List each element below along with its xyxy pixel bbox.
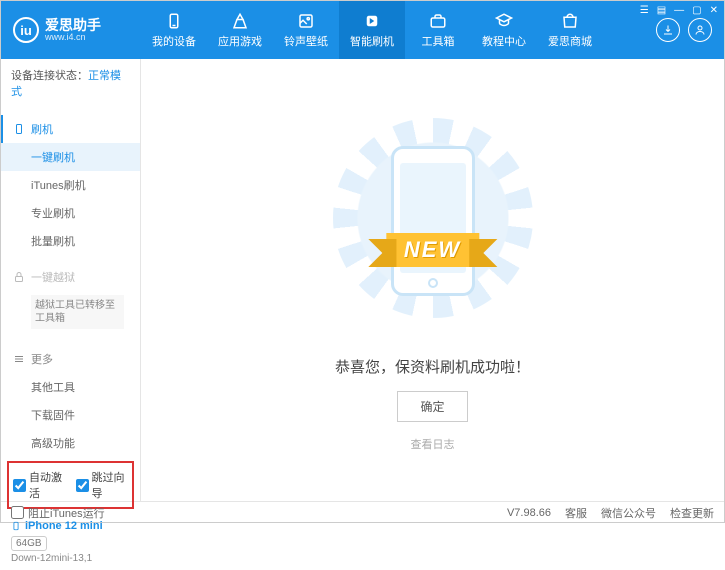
main-nav: 我的设备 应用游戏 铃声壁纸 智能刷机 工具箱 教程中心 爱思商城 <box>141 1 656 59</box>
section-jailbreak[interactable]: 一键越狱 <box>1 263 140 291</box>
device-icon <box>11 519 21 533</box>
sidebar-item-pro-flash[interactable]: 专业刷机 <box>1 199 140 227</box>
nav-store[interactable]: 爱思商城 <box>537 1 603 59</box>
logo-icon: iu <box>13 17 39 43</box>
checkbox-auto-activate[interactable]: 自动激活 <box>13 469 66 501</box>
sidebar-item-itunes-flash[interactable]: iTunes刷机 <box>1 171 140 199</box>
storage-badge: 64GB <box>11 536 47 551</box>
flash-icon <box>363 12 381 30</box>
nav-flash[interactable]: 智能刷机 <box>339 1 405 59</box>
close-button[interactable]: ✕ <box>710 5 718 16</box>
section-flash[interactable]: 刷机 <box>1 115 140 143</box>
app-name: 爱思助手 <box>45 18 101 32</box>
new-banner: NEW <box>386 233 479 267</box>
update-link[interactable]: 检查更新 <box>670 505 714 521</box>
store-icon <box>561 12 579 30</box>
sidebar-item-oneclick-flash[interactable]: 一键刷机 <box>1 143 140 171</box>
view-log-link[interactable]: 查看日志 <box>411 436 455 452</box>
sidebar-item-download-fw[interactable]: 下载固件 <box>1 401 140 429</box>
sidebar-item-advanced[interactable]: 高级功能 <box>1 429 140 457</box>
app-logo: iu 爱思助手 www.i4.cn <box>1 17 141 43</box>
window-controls: ☰ ▤ — ▢ ✕ <box>640 5 718 16</box>
checkbox-block-itunes[interactable]: 阻止iTunes运行 <box>11 505 105 521</box>
device-model: Down-12mini-13,1 <box>11 553 130 564</box>
user-button[interactable] <box>688 18 712 42</box>
device-info[interactable]: iPhone 12 mini 64GB Down-12mini-13,1 <box>1 513 140 570</box>
wallpaper-icon <box>297 12 315 30</box>
nav-toolbox[interactable]: 工具箱 <box>405 1 471 59</box>
success-message: 恭喜您，保资料刷机成功啦！ <box>335 356 530 377</box>
service-link[interactable]: 客服 <box>565 505 587 521</box>
main-content: NEW 恭喜您，保资料刷机成功啦！ 确定 查看日志 <box>141 59 724 501</box>
maximize-button[interactable]: ▢ <box>692 5 701 16</box>
download-icon <box>662 24 674 36</box>
user-icon <box>694 24 706 36</box>
phone-icon <box>165 12 183 30</box>
connection-status: 设备连接状态：正常模式 <box>1 59 140 107</box>
lock-icon <box>13 271 25 283</box>
nav-apps[interactable]: 应用游戏 <box>207 1 273 59</box>
app-header: iu 爱思助手 www.i4.cn 我的设备 应用游戏 铃声壁纸 智能刷机 工具… <box>1 1 724 59</box>
nav-ringtones[interactable]: 铃声壁纸 <box>273 1 339 59</box>
version-label: V7.98.66 <box>507 507 551 519</box>
nav-tutorials[interactable]: 教程中心 <box>471 1 537 59</box>
app-url: www.i4.cn <box>45 32 101 42</box>
success-illustration: NEW <box>353 128 513 328</box>
download-button[interactable] <box>656 18 680 42</box>
sidebar-item-other-tools[interactable]: 其他工具 <box>1 373 140 401</box>
wechat-link[interactable]: 微信公众号 <box>601 505 656 521</box>
tutorial-icon <box>495 12 513 30</box>
checkbox-skip-guide[interactable]: 跳过向导 <box>76 469 129 501</box>
minimize-button[interactable]: — <box>674 5 684 16</box>
sidebar: 设备连接状态：正常模式 刷机 一键刷机 iTunes刷机 专业刷机 批量刷机 一… <box>1 59 141 501</box>
jailbreak-note: 越狱工具已转移至工具箱 <box>31 295 124 329</box>
apps-icon <box>231 12 249 30</box>
menu-icon[interactable]: ☰ <box>640 5 649 16</box>
nav-my-device[interactable]: 我的设备 <box>141 1 207 59</box>
toolbox-icon <box>429 12 447 30</box>
list-icon <box>13 353 25 365</box>
options-box: 自动激活 跳过向导 <box>7 461 134 509</box>
sidebar-item-batch-flash[interactable]: 批量刷机 <box>1 227 140 255</box>
phone-small-icon <box>13 123 25 135</box>
section-more[interactable]: 更多 <box>1 345 140 373</box>
lock-icon[interactable]: ▤ <box>657 5 666 16</box>
ok-button[interactable]: 确定 <box>397 391 467 422</box>
